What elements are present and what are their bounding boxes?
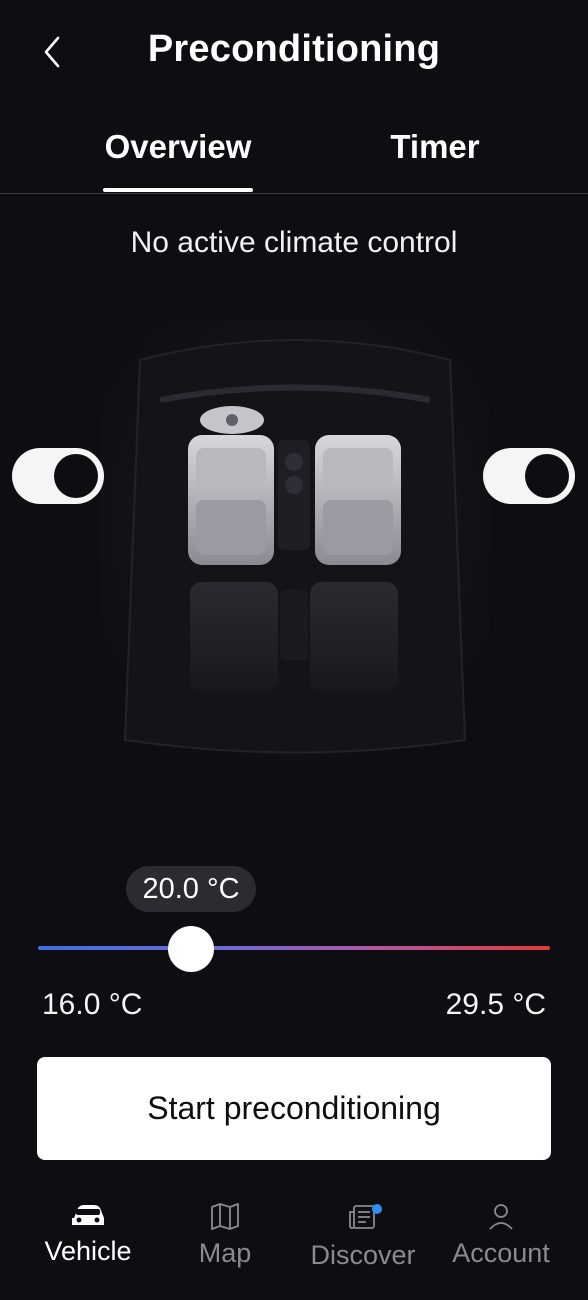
header: Preconditioning [0,0,588,100]
nav-item-map[interactable]: Map [156,1200,294,1300]
max-temperature-label: 29.5 °C [445,988,546,1021]
bottom-navigation: Vehicle Map Discover Account [0,1186,588,1300]
car-icon [72,1205,104,1225]
car-interior-image [100,320,490,760]
temperature-slider-thumb[interactable] [168,926,214,972]
nav-item-vehicle[interactable]: Vehicle [19,1200,157,1300]
min-temperature-label: 16.0 °C [42,988,143,1021]
person-icon [489,1204,513,1230]
current-temperature-bubble: 20.0 °C [126,866,256,912]
nav-label-discover: Discover [310,1240,416,1270]
tab-timer[interactable]: Timer [360,128,510,192]
nav-label-map: Map [198,1238,252,1268]
active-tab-indicator [103,188,253,192]
nav-label-vehicle: Vehicle [44,1236,132,1266]
left-seat-heating-toggle[interactable] [12,448,104,504]
nav-item-account[interactable]: Account [432,1200,570,1300]
start-preconditioning-button[interactable]: Start preconditioning [37,1057,551,1160]
right-seat-heating-toggle[interactable] [483,448,575,504]
toggle-knob [525,454,569,498]
toggle-knob [54,454,98,498]
tab-bar: Overview Timer [0,118,588,194]
page-title: Preconditioning [147,28,441,70]
car-top-view-illustration [100,320,490,760]
tab-overview[interactable]: Overview [103,128,253,192]
notification-badge [372,1204,382,1214]
map-icon [211,1203,239,1230]
temperature-slider-track[interactable] [38,946,550,950]
nav-item-discover[interactable]: Discover [294,1200,432,1300]
nav-label-account: Account [452,1238,550,1268]
climate-status-text: No active climate control [130,226,458,259]
